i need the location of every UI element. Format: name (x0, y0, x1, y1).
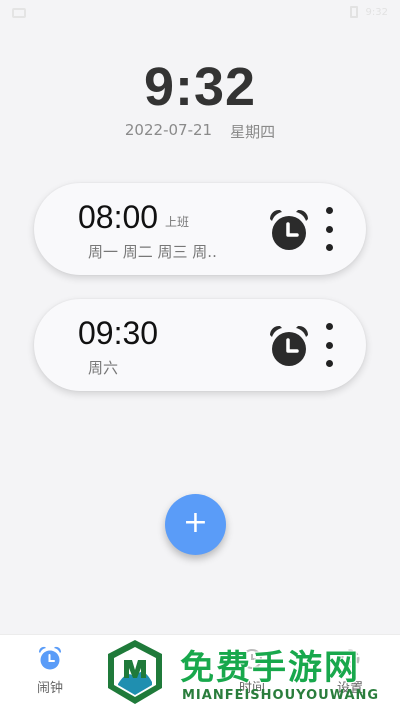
watermark-logo-icon (108, 640, 162, 704)
more-options-icon[interactable] (322, 323, 336, 367)
add-alarm-button[interactable]: + (165, 494, 226, 555)
watermark: 免费手游网 MIANFEISHOUYOUWANG (104, 638, 394, 708)
alarm-icon (38, 646, 62, 670)
more-options-icon[interactable] (322, 207, 336, 251)
date-row: 2022-07-21 星期四 (0, 121, 400, 142)
current-time: 9:32 (143, 57, 257, 117)
notification-icon (12, 8, 26, 18)
status-time: 9:32 (365, 6, 388, 18)
watermark-subtitle: MIANFEISHOUYOUWANG (182, 688, 380, 703)
current-date: 2022-07-21 (124, 121, 213, 139)
alarm-tag: 上班 (165, 215, 190, 229)
nav-item-alarm[interactable]: 闹钟 (10, 645, 90, 696)
alarm-days: 周六 (88, 359, 119, 377)
alarm-time: 09:30 (78, 315, 159, 351)
alarm-card[interactable]: 09:30 周六 (34, 299, 366, 391)
watermark-title: 免费手游网 (180, 648, 360, 688)
alarm-card[interactable]: 08:00 上班 周一 周二 周三 周.. (34, 183, 366, 275)
status-bar: 9:32 (0, 0, 400, 28)
alarm-clock-icon[interactable] (266, 323, 312, 369)
alarm-days: 周一 周二 周三 周.. (88, 243, 217, 261)
current-weekday: 星期四 (230, 123, 276, 141)
alarm-clock-icon[interactable] (266, 207, 312, 253)
nav-label: 闹钟 (36, 681, 63, 696)
alarm-time: 08:00 (78, 199, 159, 235)
battery-icon (349, 6, 358, 18)
status-right: 9:32 (349, 6, 388, 18)
